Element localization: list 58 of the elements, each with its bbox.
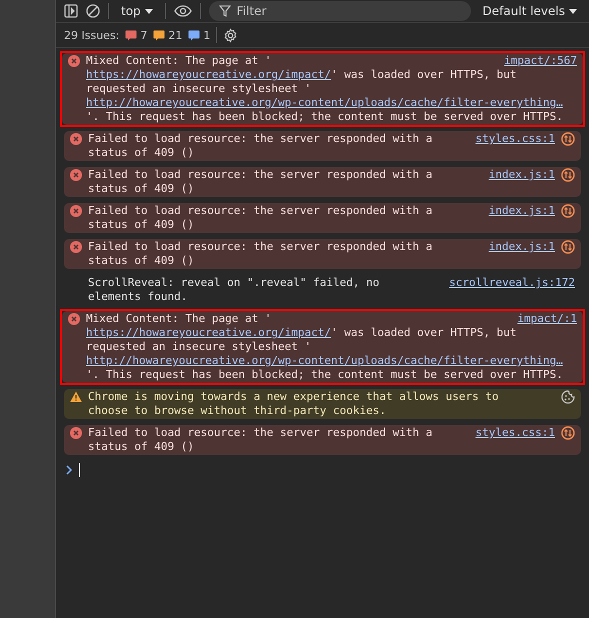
message-text: Chrome is moving towards a new experience that allows users to: [88, 390, 499, 403]
message-text: status of 409 (): [88, 218, 194, 231]
message-text: '. This request has been blocked; the content must be served over HTTPS.: [86, 110, 563, 123]
clear-console-icon[interactable]: [86, 4, 100, 18]
text-cursor: [79, 463, 80, 477]
cookie-icon[interactable]: [561, 390, 575, 404]
levels-dropdown[interactable]: Default levels: [478, 4, 581, 18]
eye-icon[interactable]: [174, 5, 192, 17]
url-link[interactable]: https://howareyoucreative.org/impact/: [86, 68, 332, 81]
sidebar-toggle-icon[interactable]: [64, 4, 78, 18]
source-link[interactable]: index.js:1: [488, 240, 555, 254]
message-text: Failed to load resource: the server responded with a: [88, 240, 432, 253]
message-text: Failed to load resource: the server responded with a: [88, 426, 432, 439]
message-text: status of 409 (): [88, 182, 194, 195]
message-text: Failed to load resource: the server responded with a: [88, 168, 432, 181]
caret-icon: [144, 8, 153, 14]
source-link[interactable]: index.js:1: [488, 168, 555, 182]
warning-issue-icon: [153, 30, 166, 40]
network-request-icon[interactable]: [561, 132, 575, 146]
message-text: '. This request has been blocked; the content must be served over HTTPS.: [86, 368, 563, 381]
issue-count[interactable]: 7: [125, 28, 148, 42]
message-text: elements found.: [88, 290, 188, 303]
message-text: status of 409 (): [88, 146, 194, 159]
filter-field[interactable]: Filter: [208, 1, 471, 21]
message-text: ScrollReveal: reveal on ".reveal" failed, no: [88, 276, 380, 289]
url-link[interactable]: http://howareyoucreative.org/wp-content/uploads/cache/filter-everything…: [86, 354, 563, 367]
url-link[interactable]: http://howareyoucreative.org/wp-content/uploads/cache/filter-everything…: [86, 96, 563, 109]
message-text: Failed to load resource: the server responded with a: [88, 132, 432, 145]
issues-label: 29 Issues:: [64, 28, 120, 42]
network-request-icon[interactable]: [561, 204, 575, 218]
message-text: requested an insecure stylesheet ': [86, 340, 312, 353]
source-link[interactable]: scrollreveal.js:172: [449, 276, 575, 290]
source-link[interactable]: impact/:567: [504, 54, 577, 68]
message-text: Mixed Content: The page at ': [86, 54, 272, 67]
settings-icon[interactable]: [223, 28, 238, 42]
message-text: ' was loaded over HTTPS, but: [331, 68, 516, 81]
prompt-chevron-icon: [66, 465, 73, 475]
issue-count[interactable]: 21: [153, 28, 182, 42]
context-dropdown[interactable]: top: [117, 4, 157, 18]
message-text: status of 409 (): [88, 440, 194, 453]
message-text: Mixed Content: The page at ': [86, 312, 272, 325]
source-link[interactable]: styles.css:1: [476, 132, 555, 146]
message-text: ' was loaded over HTTPS, but: [331, 326, 516, 339]
network-request-icon[interactable]: [561, 168, 575, 182]
message-text: requested an insecure stylesheet ': [86, 82, 312, 95]
url-link[interactable]: https://howareyoucreative.org/impact/: [86, 326, 332, 339]
message-text: choose to browse without third-party cookies.: [88, 404, 386, 417]
caret-icon: [569, 8, 577, 14]
network-request-icon[interactable]: [561, 240, 575, 254]
message-text: Failed to load resource: the server responded with a: [88, 204, 432, 217]
issue-count[interactable]: 1: [188, 28, 210, 42]
error-issue-icon: [125, 30, 138, 40]
info-issue-icon: [188, 30, 200, 40]
source-link[interactable]: index.js:1: [488, 204, 555, 218]
source-link[interactable]: impact/:1: [517, 312, 577, 326]
message-text: status of 409 (): [88, 254, 194, 267]
source-link[interactable]: styles.css:1: [476, 426, 555, 440]
network-request-icon[interactable]: [561, 426, 575, 440]
